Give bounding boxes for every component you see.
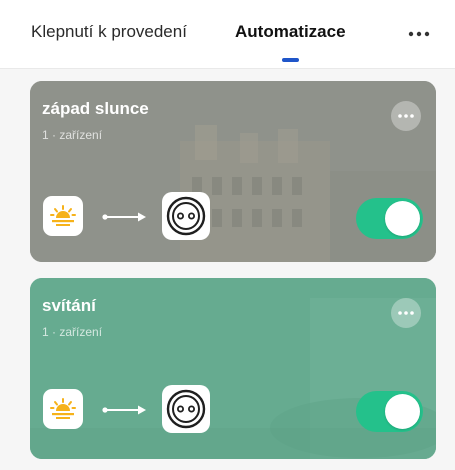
automation-toggle[interactable]: [356, 391, 423, 432]
device-tile: [162, 385, 210, 433]
card-more-button[interactable]: [391, 101, 421, 131]
socket-icon: [166, 196, 206, 236]
toggle-knob: [385, 394, 420, 429]
tab-tap-to-run[interactable]: Klepnutí k provedení: [31, 22, 187, 42]
active-tab-indicator: [282, 58, 299, 62]
card-device-count: 1 · zařízení: [42, 128, 103, 142]
toggle-knob: [385, 201, 420, 236]
card-more-button[interactable]: [391, 298, 421, 328]
automation-card-sunset[interactable]: západ slunce 1 · zařízení: [30, 81, 436, 262]
sunrise-icon: [50, 398, 76, 419]
more-horizontal-icon: [408, 31, 430, 37]
trigger-tile: [43, 389, 83, 429]
more-options-button[interactable]: [405, 20, 433, 48]
arrow-right-icon: [102, 405, 146, 415]
device-tile: [162, 192, 210, 240]
arrow-right-icon: [102, 212, 146, 222]
automation-card-sunrise[interactable]: svítání 1 · zařízení: [30, 278, 436, 459]
top-tab-bar: Klepnutí k provedení Automatizace: [0, 0, 455, 69]
more-horizontal-icon: [398, 114, 414, 118]
sunset-icon: [50, 205, 76, 226]
more-horizontal-icon: [398, 311, 414, 315]
card-title: západ slunce: [42, 99, 149, 118]
trigger-tile: [43, 196, 83, 236]
socket-icon: [166, 389, 206, 429]
tab-automation[interactable]: Automatizace: [235, 22, 346, 42]
card-title: svítání: [42, 296, 96, 315]
card-device-count: 1 · zařízení: [42, 325, 103, 339]
automation-toggle[interactable]: [356, 198, 423, 239]
